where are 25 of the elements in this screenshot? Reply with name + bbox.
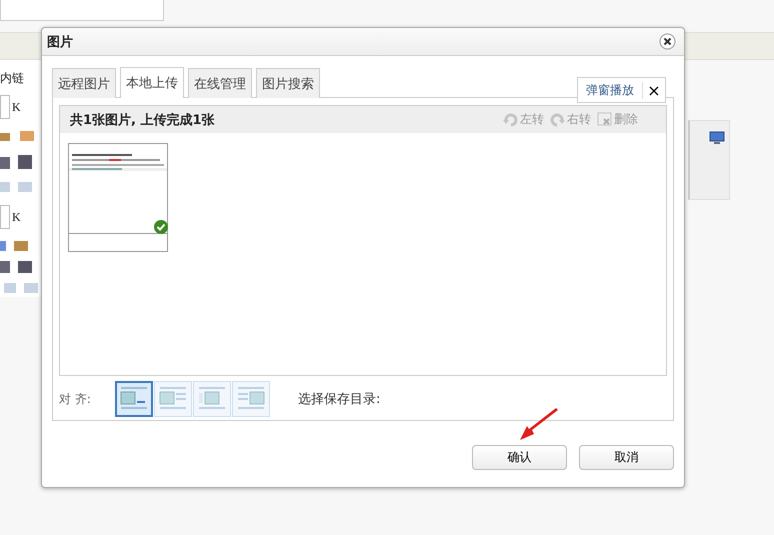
link-label: 内链: [0, 70, 25, 87]
cancel-button[interactable]: 取消: [579, 445, 674, 470]
save-dir-label: 选择保存目录:: [298, 391, 380, 408]
size-field[interactable]: [0, 205, 10, 229]
tab[interactable]: 本地上传: [120, 67, 184, 98]
tab[interactable]: 远程图片: [52, 68, 116, 98]
text-area[interactable]: [0, 0, 164, 21]
upload-summary: 共1张图片, 上传完成1张: [70, 112, 215, 128]
tab[interactable]: 图片搜索: [256, 68, 320, 98]
monitor-icon[interactable]: [709, 131, 725, 145]
close-icon[interactable]: [659, 33, 676, 50]
arrow-icon: [520, 408, 560, 442]
unit-label: K: [12, 100, 21, 114]
unit-label: K: [12, 210, 21, 224]
close-button[interactable]: ×: [643, 80, 665, 100]
delete-icon: [597, 112, 612, 127]
size-field[interactable]: [0, 95, 10, 119]
rotate-right-icon: [550, 112, 565, 127]
tab[interactable]: 在线管理: [188, 68, 252, 98]
popup-play-link[interactable]: 弹窗播放: [578, 82, 643, 98]
align-option[interactable]: [115, 381, 153, 417]
confirm-button[interactable]: 确认: [472, 445, 567, 470]
rotate-left-icon: [503, 112, 518, 127]
dialog-title: 图片: [47, 34, 73, 50]
align-label: 对 齐:: [59, 390, 92, 408]
